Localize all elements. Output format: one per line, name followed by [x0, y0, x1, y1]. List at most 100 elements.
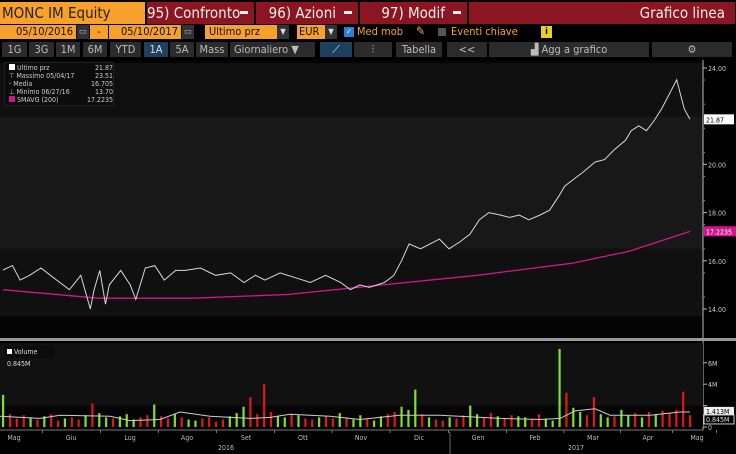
- settings-gear-icon[interactable]: ⚙: [652, 42, 732, 57]
- compare-button[interactable]: 95) Confronto: [147, 2, 254, 24]
- field-select[interactable]: Ultimo prz: [205, 25, 277, 39]
- period-1a[interactable]: 1A: [144, 42, 168, 57]
- volume-bar: [482, 417, 486, 427]
- smavg-value-label: 17.2235: [706, 228, 732, 236]
- volume-bar: [579, 412, 582, 427]
- volume-bar: [36, 419, 39, 427]
- volume-bar: [173, 414, 176, 427]
- price-legend: Ultimo prz 21.87 ⊤ Massimo 05/04/17 23.51 …: [4, 62, 114, 106]
- legend-label: Ultimo prz: [17, 64, 50, 72]
- volume-bar: [585, 415, 589, 427]
- volume-last-label: 0.845M: [706, 416, 729, 424]
- moving-avg-checkbox[interactable]: ✓: [344, 27, 354, 37]
- month-label: Mag: [690, 434, 703, 442]
- volume-bar: [221, 419, 225, 427]
- date-dash: -: [90, 25, 108, 39]
- chevron-down-icon[interactable]: ▼: [325, 25, 337, 39]
- volume-bar: [214, 421, 218, 427]
- period-ytd[interactable]: YTD: [110, 42, 141, 57]
- volume-bar: [455, 418, 458, 427]
- end-date-input[interactable]: 05/10/2017: [109, 25, 181, 39]
- period-3g[interactable]: 3G: [29, 42, 54, 57]
- period-6m[interactable]: 6M: [83, 42, 107, 57]
- moving-avg-label: Med mob: [357, 25, 404, 38]
- volume-bar: [517, 416, 520, 427]
- dropdown-icon: [240, 11, 248, 14]
- pencil-icon[interactable]: ✎: [416, 24, 425, 38]
- legend-swatch-last: [9, 64, 15, 70]
- month-label: Feb: [529, 434, 540, 442]
- volume-bar: [318, 417, 321, 427]
- month-label: Giu: [66, 434, 77, 442]
- volume-bar: [689, 415, 692, 427]
- volume-swatch: [7, 349, 12, 354]
- add-to-chart-button[interactable]: ▟ Agg a grafico: [489, 42, 649, 57]
- volume-bar: [503, 418, 506, 427]
- candlestick-icon[interactable]: ⫶: [354, 42, 392, 57]
- year-label: 2017: [568, 444, 584, 452]
- volume-bar: [640, 417, 644, 427]
- chevron-down-icon[interactable]: ▼: [277, 25, 289, 39]
- info-icon[interactable]: i: [541, 26, 552, 38]
- period-1g[interactable]: 1G: [2, 42, 27, 57]
- back-button[interactable]: <<: [447, 42, 487, 57]
- actions-label: 96) Azioni: [268, 4, 336, 22]
- volume-bar: [627, 415, 630, 427]
- month-label: Dic: [414, 434, 425, 442]
- volume-bar: [166, 418, 170, 427]
- volume-bar: [160, 416, 163, 427]
- price-tick-label: 18.00: [708, 210, 726, 218]
- volume-bar: [331, 418, 334, 427]
- volume-bar: [77, 419, 80, 427]
- volume-bar: [366, 418, 369, 427]
- volume-bar: [208, 417, 211, 427]
- currency-select[interactable]: EUR: [297, 25, 325, 39]
- add-to-chart-label: Agg a grafico: [541, 43, 608, 56]
- key-events-checkbox[interactable]: [438, 28, 446, 36]
- volume-bar: [153, 404, 156, 427]
- volume-bar: [249, 397, 252, 427]
- edit-button[interactable]: 97) Modif: [360, 2, 467, 24]
- volume-bar: [400, 406, 403, 427]
- period-5a[interactable]: 5A: [170, 42, 194, 57]
- volume-bar: [558, 348, 561, 427]
- frequency-select[interactable]: Giornaliero ▼: [230, 42, 315, 57]
- line-chart-icon[interactable]: ⟋: [320, 42, 352, 57]
- month-label: Nov: [355, 434, 368, 442]
- volume-bar: [201, 418, 204, 427]
- volume-bar: [537, 414, 541, 427]
- volume-bar: [565, 392, 568, 427]
- period-1m[interactable]: 1M: [56, 42, 80, 57]
- calendar-icon[interactable]: ▭: [182, 25, 194, 39]
- volume-bar: [63, 418, 67, 427]
- volume-bar: [324, 416, 328, 427]
- actions-button[interactable]: 96) Azioni: [256, 2, 358, 24]
- month-label: Ago: [181, 434, 193, 442]
- price-chart: 24.00 20.00 18.00 16.00 14.00 21.87 17.2235 6M 4…: [0, 60, 736, 454]
- volume-bar: [682, 391, 685, 427]
- month-label: Lug: [124, 434, 135, 442]
- volume-bar: [572, 407, 575, 427]
- chart-type-title: Grafico linea: [469, 2, 735, 24]
- period-max[interactable]: Mass: [196, 42, 228, 57]
- price-tick-label: 14.00: [708, 306, 726, 314]
- ticker-field[interactable]: MONC IM Equity: [0, 2, 145, 24]
- volume-bar: [15, 418, 18, 427]
- edit-label: 97) Modif: [381, 4, 445, 22]
- volume-bar: [427, 417, 431, 427]
- volume-bar: [139, 417, 142, 427]
- calendar-icon[interactable]: ▭: [77, 25, 89, 39]
- price-tick-label: 24.00: [708, 65, 726, 73]
- volume-bar: [98, 413, 101, 427]
- volume-bar: [620, 409, 623, 427]
- volume-bar: [441, 420, 444, 427]
- volume-bar: [338, 413, 341, 427]
- table-button[interactable]: Tabella: [396, 42, 442, 57]
- start-date-input[interactable]: 05/10/2016: [0, 25, 76, 39]
- volume-bar: [263, 384, 266, 427]
- month-label: Set: [241, 434, 252, 442]
- month-label: Mag: [7, 434, 20, 442]
- volume-bar: [56, 420, 60, 427]
- volume-bar: [276, 416, 279, 427]
- volume-bar: [414, 389, 417, 427]
